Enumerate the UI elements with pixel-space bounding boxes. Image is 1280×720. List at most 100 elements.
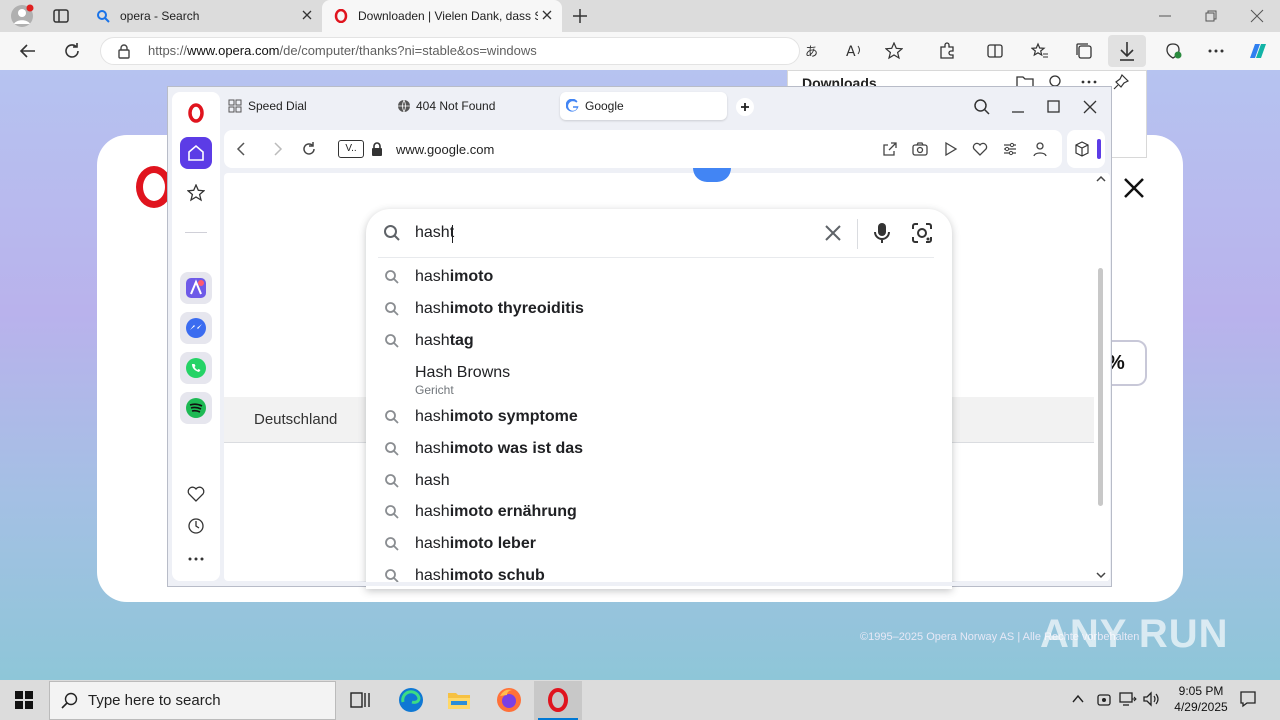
easy-setup-icon[interactable]	[1002, 141, 1018, 157]
downloads-button[interactable]	[1108, 35, 1146, 67]
suggestion-item[interactable]: hashtag	[384, 325, 474, 357]
favorite-star-icon[interactable]	[885, 42, 903, 60]
favorites-icon[interactable]	[1031, 42, 1049, 60]
opera-url-text[interactable]: www.google.com	[396, 142, 494, 157]
close-icon[interactable]	[1122, 176, 1146, 200]
edge-taskbar-icon[interactable]	[398, 687, 424, 713]
opera-forward-icon[interactable]	[270, 141, 286, 157]
read-aloud-icon[interactable]: A	[845, 42, 863, 60]
windows-start-icon[interactable]	[15, 691, 33, 709]
volume-icon[interactable]	[1143, 691, 1161, 707]
suggestion-item[interactable]: hashimoto schub	[384, 560, 545, 592]
task-view-icon[interactable]	[350, 690, 370, 710]
network-icon[interactable]	[1119, 691, 1137, 707]
lock-icon[interactable]	[117, 43, 131, 59]
show-hidden-icons-chevron-icon[interactable]	[1071, 692, 1085, 706]
security-tray-icon[interactable]	[1096, 691, 1112, 707]
translate-icon[interactable]: あ	[805, 42, 823, 60]
sidebar-toggle-indicator[interactable]	[1097, 139, 1101, 159]
search-input[interactable]: hasht	[415, 224, 454, 242]
scrollbar-thumb[interactable]	[1098, 268, 1103, 506]
opera-new-tab-button[interactable]	[736, 98, 754, 116]
search-icon	[385, 334, 399, 348]
minimize-icon[interactable]	[1157, 8, 1173, 24]
pin-icon[interactable]	[1113, 74, 1129, 90]
sidebar-home[interactable]	[180, 137, 212, 169]
back-icon[interactable]	[18, 41, 38, 61]
close-tab-icon[interactable]	[300, 8, 314, 22]
profile-avatar-icon[interactable]	[10, 4, 34, 28]
opera-reload-icon[interactable]	[301, 141, 317, 157]
edge-tab-opera-download[interactable]: Downloaden | Vielen Dank, dass Sie	[322, 0, 562, 32]
suggestion-item[interactable]: hashimoto leber	[384, 528, 536, 560]
sidebar-my-flow[interactable]	[180, 478, 212, 510]
more-icon	[188, 557, 204, 561]
notifications-icon[interactable]	[1239, 690, 1257, 708]
search-icon	[385, 537, 399, 551]
search-icon	[385, 410, 399, 424]
suggestion-item[interactable]: hash	[384, 465, 450, 497]
suggestion-completion: imoto symptome	[449, 408, 578, 425]
opera-maximize-icon[interactable]	[1046, 98, 1062, 116]
add-to-flow-heart-icon[interactable]	[972, 141, 988, 157]
heart-icon	[187, 486, 205, 502]
split-screen-icon[interactable]	[986, 42, 1004, 60]
opera-close-icon[interactable]	[1082, 98, 1098, 116]
scroll-up-icon[interactable]	[1095, 174, 1107, 184]
file-explorer-icon[interactable]	[447, 689, 471, 711]
refresh-icon[interactable]	[62, 41, 82, 61]
share-icon[interactable]	[882, 141, 898, 157]
suggestion-item[interactable]: hashimoto	[384, 261, 493, 293]
close-window-icon[interactable]	[1249, 8, 1265, 24]
suggestion-item[interactable]: hashimoto thyreoiditis	[384, 293, 584, 325]
google-lens-camera-icon[interactable]	[911, 222, 933, 244]
tab-title: opera - Search	[120, 9, 200, 23]
restore-icon[interactable]	[1203, 8, 1219, 24]
player-icon[interactable]	[942, 141, 958, 157]
tab-actions-icon[interactable]	[52, 7, 70, 25]
opera-tab-google[interactable]: Google	[560, 92, 727, 120]
firefox-icon[interactable]	[496, 687, 522, 713]
clear-search-icon[interactable]	[823, 223, 843, 243]
more-options-icon[interactable]	[1207, 42, 1225, 60]
google-country: Deutschland	[254, 411, 338, 428]
new-tab-icon[interactable]	[570, 6, 590, 26]
sidebar-whatsapp[interactable]	[180, 352, 212, 384]
collections-icon[interactable]	[1075, 42, 1093, 60]
opera-taskbar-button[interactable]	[534, 681, 582, 720]
entity-subtitle: Gericht	[415, 383, 454, 397]
snapshot-camera-icon[interactable]	[912, 141, 928, 157]
opera-menu-logo-icon[interactable]	[186, 102, 206, 124]
sidebar-aria[interactable]	[180, 272, 212, 304]
copilot-icon[interactable]	[1246, 40, 1270, 62]
sidebar-history[interactable]	[180, 510, 212, 542]
url-text[interactable]: https://www.opera.com/de/computer/thanks…	[148, 43, 537, 58]
extensions-icon[interactable]	[938, 42, 956, 60]
taskbar-clock[interactable]: 9:05 PM 4/29/2025	[1166, 683, 1236, 715]
opera-tab-speed-dial[interactable]: Speed Dial	[228, 92, 307, 120]
sidebar-spotify[interactable]	[180, 392, 212, 424]
close-tab-icon[interactable]	[540, 8, 554, 22]
secure-lock-icon[interactable]	[370, 141, 384, 157]
suggestion-item[interactable]: hashimoto symptome	[384, 401, 578, 433]
browser-essentials-icon[interactable]	[1163, 42, 1183, 60]
account-icon[interactable]	[1032, 141, 1048, 157]
text-caret	[452, 225, 453, 243]
suggestion-item[interactable]: hashimoto ernährung	[384, 496, 577, 528]
vpn-badge[interactable]: V..	[338, 140, 364, 158]
edge-tab-opera-search[interactable]: opera - Search	[84, 0, 322, 32]
tab-search-icon[interactable]	[973, 98, 991, 116]
opera-tab-404[interactable]: 404 Not Found	[397, 92, 495, 120]
scroll-down-icon[interactable]	[1095, 570, 1107, 580]
sidebar-bookmarks[interactable]	[180, 177, 212, 209]
opera-minimize-icon[interactable]	[1010, 98, 1026, 116]
sidebar-messenger[interactable]	[180, 312, 212, 344]
sidebar-more[interactable]	[180, 543, 212, 575]
tab-title: Google	[585, 99, 624, 113]
cube-extensions-icon[interactable]	[1074, 141, 1090, 157]
opera-back-icon[interactable]	[233, 141, 249, 157]
suggestion-item-entity[interactable]: Hash Browns Gericht	[384, 361, 884, 399]
suggestion-prefix: hash	[415, 300, 450, 317]
voice-search-mic-icon[interactable]	[872, 221, 892, 245]
suggestion-item[interactable]: hashimoto was ist das	[384, 433, 583, 465]
